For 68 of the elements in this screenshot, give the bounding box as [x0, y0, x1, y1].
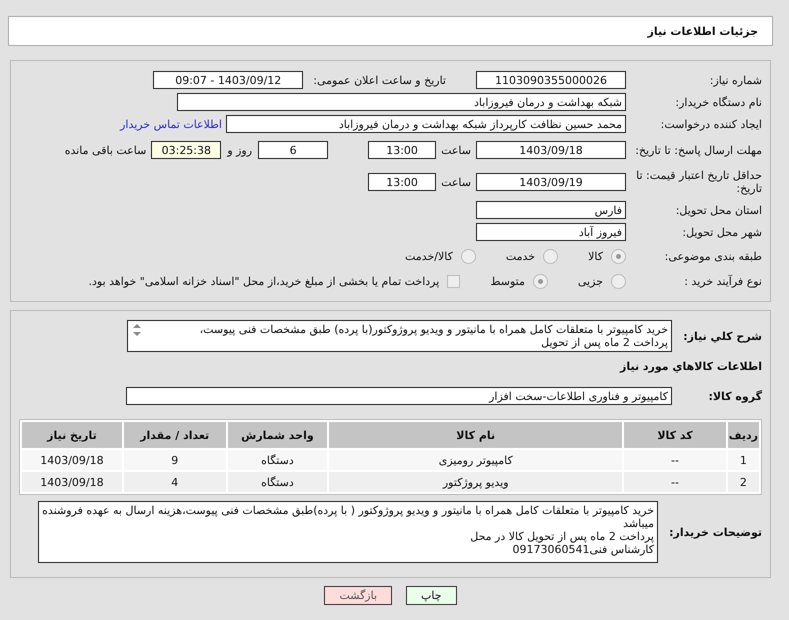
- contact-link[interactable]: اطلاعات تماس خریدار: [120, 118, 222, 130]
- checkbox-label: پرداخت تمام یا بخشی از مبلغ خرید،از محل "اسناد خزانه اسلامی" خواهد بود.: [88, 274, 440, 288]
- table-cell: 1403/09/18: [22, 450, 122, 470]
- buyer-notes-field[interactable]: خرید کامپیوتر با متعلقات کامل همراه با مانیتور و ویدیو پروژوکتور ( با پرده)طبق مشخصات فنی پیوست،هزینه ارسال به عهده فروشنده میباشد پرداخت 2 ماه پس از تحویل کالا در محل کارشناس فنی09173060541: [38, 501, 658, 563]
- table-cell: 1: [728, 450, 759, 470]
- field-label: شرح کلي نياز:: [682, 330, 762, 342]
- print-button[interactable]: چاپ: [406, 586, 457, 605]
- radio-button[interactable]: [460, 248, 476, 264]
- page-title: جزئیات اطلاعات نیاز: [8, 16, 773, 46]
- deadline-date-field[interactable]: 1403/09/18: [476, 141, 626, 159]
- announce-date-field[interactable]: 1403/09/12 - 09:07: [153, 71, 304, 89]
- goods-group-field[interactable]: کامپیوتر و فناوری اطلاعات-سخت افزار: [126, 387, 672, 405]
- radio-button[interactable]: [532, 274, 548, 288]
- need-number-field[interactable]: 1103090355000026: [476, 71, 626, 89]
- column-header: واحد شمارش: [228, 422, 328, 448]
- field-label: شهر محل تحویل:: [681, 226, 762, 238]
- field-label: گروه کالا:: [707, 390, 762, 402]
- column-header: تعداد / مقدار: [124, 422, 226, 448]
- summary-field[interactable]: خرید کامپیوتر با متعلقات کامل همراه با مانیتور و ویدیو پروژوکتور(با پرده) طبق مشخصات فنی پیوست، پرداخت 2 ماه پس از تحویل: [127, 320, 672, 352]
- field-label: نوع فرآیند خرید :: [683, 274, 762, 288]
- table-cell: --: [624, 472, 726, 492]
- section-heading: اطلاعات کالاهاي مورد نياز: [618, 360, 762, 372]
- field-label: طبقه بندی موضوعی:: [664, 250, 762, 262]
- radio-button[interactable]: [611, 274, 626, 288]
- remaining-label: ساعت باقی مانده: [64, 144, 146, 156]
- buyer-org-field[interactable]: شبکه بهداشت و درمان فیروزاباد: [177, 93, 626, 111]
- table-cell: دستگاه: [228, 472, 328, 492]
- table-cell: کامپیوتر رومیزی: [329, 450, 622, 470]
- time-label: ساعت: [441, 176, 471, 188]
- column-header: کد کالا: [624, 422, 726, 448]
- table-cell: 4: [124, 472, 226, 492]
- deadline-time-field[interactable]: 13:00: [368, 141, 436, 159]
- radio-label: متوسط: [490, 274, 525, 288]
- radio-label: کالا: [588, 250, 603, 262]
- column-header: نام کالا: [329, 422, 622, 448]
- table-cell: 9: [124, 450, 226, 470]
- field-label: حداقل تاریخ اعتبار قیمت: تا تاریخ:: [635, 169, 762, 195]
- field-label: مهلت ارسال پاسخ: تا تاریخ:: [634, 144, 762, 156]
- days-field[interactable]: 6: [258, 141, 328, 159]
- table-cell: ویدیو پروژکتور: [329, 472, 622, 492]
- table-cell: 2: [728, 472, 759, 492]
- province-field[interactable]: فارس: [476, 201, 626, 219]
- requester-field[interactable]: محمد حسین نظافت کارپرداز شبکه بهداشت و درمان فیروزاباد: [226, 115, 626, 133]
- table-cell: 1403/09/18: [22, 472, 122, 492]
- checkbox[interactable]: [447, 274, 460, 288]
- table-cell: دستگاه: [228, 450, 328, 470]
- table-cell: --: [624, 450, 726, 470]
- radio-button[interactable]: [543, 248, 558, 264]
- radio-button[interactable]: [611, 248, 626, 264]
- days-label: روز و: [227, 144, 252, 156]
- scroll-arrows-icon[interactable]: [132, 323, 142, 337]
- field-label: استان محل تحویل:: [674, 204, 762, 216]
- radio-label: کالا/خدمت: [405, 250, 453, 262]
- column-header: ردیف: [728, 422, 759, 448]
- column-header: تاریخ نیاز: [22, 422, 122, 448]
- field-label: ایجاد کننده درخواست:: [660, 118, 762, 130]
- remaining-time-field[interactable]: 03:25:38: [151, 141, 222, 159]
- back-button[interactable]: بازگشت: [324, 586, 392, 605]
- field-label: شماره نیاز:: [708, 74, 762, 86]
- field-label: تاریخ و ساعت اعلان عمومی:: [313, 74, 446, 86]
- field-label: توضیحات خریدار:: [668, 526, 762, 538]
- radio-label: جزیی: [578, 274, 603, 288]
- validity-date-field[interactable]: 1403/09/19: [476, 173, 626, 191]
- field-label: نام دستگاه خریدار:: [674, 96, 762, 108]
- city-field[interactable]: فیروز آباد: [476, 223, 626, 241]
- radio-label: خدمت: [506, 250, 536, 262]
- time-label: ساعت: [441, 144, 471, 156]
- validity-time-field[interactable]: 13:00: [368, 173, 436, 191]
